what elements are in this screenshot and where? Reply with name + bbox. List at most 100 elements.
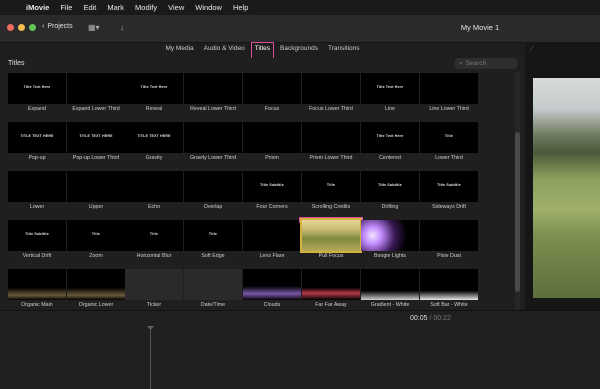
menu-bar: iMovie File Edit Mark Modify View Window… — [0, 0, 600, 15]
browser-scrollbar[interactable] — [515, 72, 520, 310]
title-thumbnail[interactable] — [302, 73, 360, 104]
title-thumbnail[interactable] — [361, 220, 419, 251]
thumbnail-text: Title Text Here — [140, 85, 168, 89]
menu-mark[interactable]: Mark — [107, 3, 124, 12]
title-thumbnail[interactable]: Title Text Here — [125, 73, 183, 104]
title-thumbnail[interactable] — [184, 73, 242, 104]
title-thumbnail[interactable]: Title — [184, 220, 242, 251]
menu-view[interactable]: View — [168, 3, 184, 12]
title-thumbnail[interactable] — [243, 269, 301, 300]
title-thumbnail[interactable] — [184, 269, 242, 300]
chevron-left-icon: ‹ — [42, 23, 45, 30]
thumbnail-text: Title — [91, 232, 101, 236]
window-title: My Movie 1 — [460, 23, 500, 32]
title-thumbnail[interactable]: TITLE TEXT HERE — [8, 122, 66, 153]
title-thumbnail[interactable] — [243, 73, 301, 104]
title-thumbnail[interactable]: Title — [67, 220, 125, 251]
thumbnail-text: Title Subtitle — [260, 183, 284, 187]
import-arrow-icon[interactable]: ↓ — [120, 23, 124, 32]
media-library-icon[interactable]: ▦▾ — [88, 23, 100, 32]
title-thumbnail[interactable]: TITLE TEXT HERE — [67, 122, 125, 153]
browser-tabs: My Media Audio & Video Titles Background… — [0, 42, 525, 60]
title-label: Pixie Dust — [437, 253, 461, 259]
tab-transitions[interactable]: Transitions — [326, 44, 362, 58]
tab-my-media[interactable]: My Media — [163, 44, 195, 58]
title-thumbnail[interactable]: Title Text Here — [361, 73, 419, 104]
window-controls — [7, 24, 36, 31]
title-thumbnail[interactable] — [361, 269, 419, 300]
thumbnail-text: TITLE TEXT HERE — [20, 134, 54, 138]
title-thumbnail[interactable] — [67, 73, 125, 104]
title-thumbnail[interactable] — [125, 171, 183, 202]
viewer-panel: ⟋ — [525, 42, 600, 310]
title-thumbnail[interactable] — [243, 220, 301, 251]
thumbnail-text: Title Text Here — [376, 134, 404, 138]
projects-back-label: Projects — [47, 23, 73, 30]
menu-file[interactable]: File — [60, 3, 72, 12]
title-thumbnail[interactable]: TITLE TEXT HERE — [125, 122, 183, 153]
title-thumbnail[interactable]: Title Subtitle — [420, 171, 478, 202]
title-thumbnail[interactable] — [67, 269, 125, 300]
tab-audio-video[interactable]: Audio & Video — [202, 44, 247, 58]
title-thumbnail[interactable] — [420, 73, 478, 104]
title-thumbnail[interactable]: Title Text Here — [8, 73, 66, 104]
thumbnail-text: Title — [326, 183, 336, 187]
menu-edit[interactable]: Edit — [83, 3, 96, 12]
title-thumbnail[interactable]: Title Subtitle — [361, 171, 419, 202]
search-field[interactable]: ⌕ Search — [455, 58, 517, 69]
title-thumbnail[interactable]: Title Text Here — [361, 122, 419, 153]
crop-tool-icon[interactable]: ⟋ — [529, 46, 534, 54]
thumbnail-text: Title Text Here — [376, 85, 404, 89]
thumbnail-text: Title Subtitle — [437, 183, 461, 187]
menu-modify[interactable]: Modify — [135, 3, 157, 12]
current-time: 00:05 — [410, 315, 428, 322]
playhead[interactable] — [150, 327, 151, 389]
scrollbar-thumb[interactable] — [515, 132, 520, 292]
title-label: Lower Third — [435, 155, 463, 161]
menu-imovie[interactable]: iMovie — [26, 3, 49, 12]
title-thumbnail[interactable] — [184, 122, 242, 153]
title-label: Soft Bar - White — [430, 302, 468, 308]
total-time: 00:22 — [433, 315, 451, 322]
title-thumbnail[interactable] — [125, 269, 183, 300]
timecode: 00:05 / 00:22 — [410, 315, 451, 322]
title-thumbnail[interactable] — [300, 218, 362, 253]
title-thumbnail[interactable] — [302, 269, 360, 300]
title-thumbnail[interactable] — [243, 122, 301, 153]
title-thumbnail[interactable]: Title Subtitle — [8, 220, 66, 251]
toolbar: ‹ Projects ▦▾ ↓ My Movie 1 — [0, 15, 600, 43]
close-window-button[interactable] — [7, 24, 14, 31]
search-placeholder: Search — [465, 60, 487, 67]
thumbnail-text: Title Text Here — [23, 85, 51, 89]
thumbnail-text: Title Subtitle — [25, 232, 49, 236]
title-thumbnail[interactable] — [302, 122, 360, 153]
time-separator: / — [429, 315, 432, 322]
viewer-preview-image — [533, 78, 600, 298]
thumbnail-text: Title — [149, 232, 159, 236]
timeline[interactable]: 00:05 / 00:22 — [0, 310, 600, 389]
title-thumbnail[interactable]: Title — [302, 171, 360, 202]
tab-titles[interactable]: Titles — [250, 42, 275, 60]
title-thumbnail[interactable] — [420, 220, 478, 251]
zoom-window-button[interactable] — [29, 24, 36, 31]
titles-browser: Titles ⌕ Search Title Text Here Expand Exp… — [0, 58, 525, 310]
minimize-window-button[interactable] — [18, 24, 25, 31]
menu-help[interactable]: Help — [233, 3, 248, 12]
title-thumbnail[interactable] — [8, 171, 66, 202]
search-icon: ⌕ — [459, 59, 463, 67]
projects-back-button[interactable]: ‹ Projects — [42, 23, 73, 30]
title-label: Line Lower Third — [429, 106, 469, 112]
thumbnail-text: Title Subtitle — [378, 183, 402, 187]
title-thumbnail[interactable]: Title Subtitle — [243, 171, 301, 202]
title-label: Sideways Drift — [432, 204, 466, 210]
title-thumbnail[interactable] — [184, 171, 242, 202]
title-thumbnail[interactable] — [67, 171, 125, 202]
title-thumbnail[interactable]: Title — [420, 122, 478, 153]
title-thumbnail[interactable] — [420, 269, 478, 300]
thumbnail-text: TITLE TEXT HERE — [79, 134, 113, 138]
title-thumbnail[interactable] — [8, 269, 66, 300]
menu-window[interactable]: Window — [195, 3, 222, 12]
tab-backgrounds[interactable]: Backgrounds — [278, 44, 320, 58]
title-thumbnail[interactable]: Title — [125, 220, 183, 251]
thumbnail-text: Title — [208, 232, 218, 236]
